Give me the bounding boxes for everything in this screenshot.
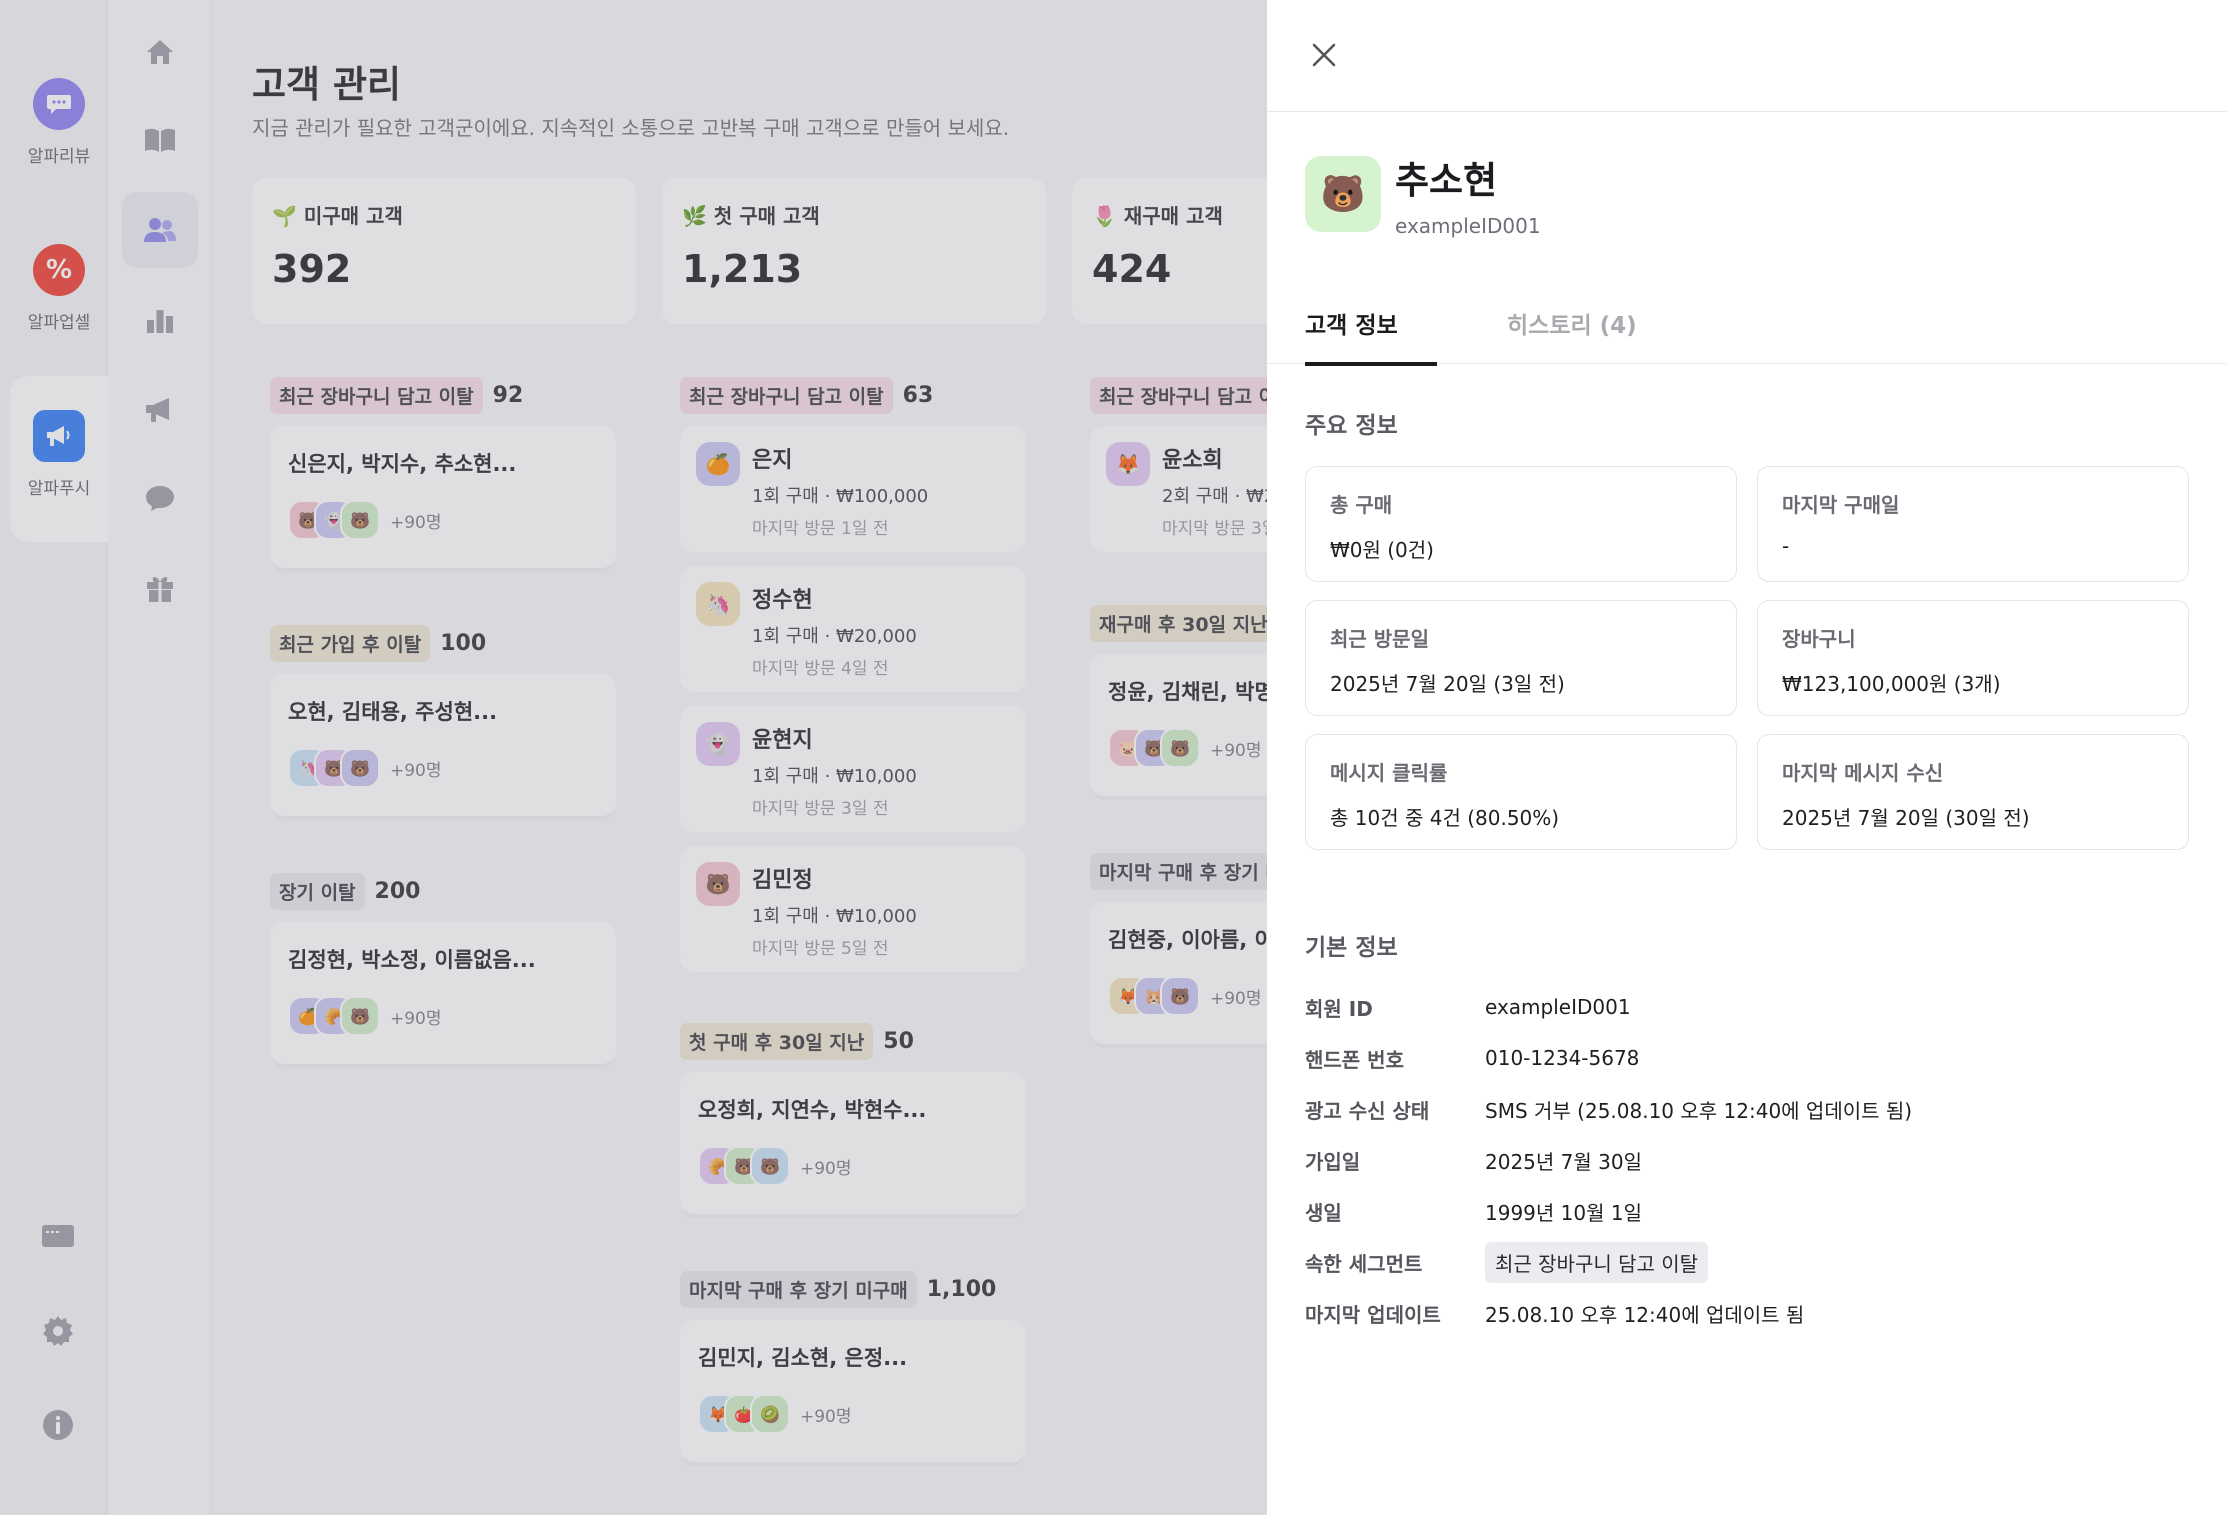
detail-row: 생일 1999년 10월 1일 (1305, 1194, 1642, 1228)
detail-label: 마지막 업데이트 (1305, 1302, 1441, 1327)
tab-customer-info[interactable]: 고객 정보 (1305, 306, 1437, 366)
detail-label: 속한 세그먼트 (1305, 1251, 1423, 1276)
detail-value: 1999년 10월 1일 (1485, 1200, 1642, 1225)
detail-label: 가입일 (1305, 1149, 1361, 1174)
avatar: 🐻 (1305, 156, 1381, 232)
drawer-tabs: 고객 정보 히스토리 (4) (1267, 296, 2227, 366)
customer-profile: 🐻 추소현 exampleID001 (1305, 150, 1541, 238)
close-button[interactable] (1305, 36, 1343, 74)
customer-detail-drawer: 🐻 추소현 exampleID001 고객 정보 히스토리 (4) 주요 정보 … (1267, 0, 2227, 1515)
info-value: 2025년 7월 20일 (3일 전) (1330, 672, 1565, 696)
info-label: 총 구매 (1330, 493, 1393, 517)
customer-name: 추소현 (1395, 159, 1498, 202)
segment-chip[interactable]: 최근 장바구니 담고 이탈 (1485, 1241, 1709, 1283)
close-icon (1312, 43, 1336, 67)
detail-row: 광고 수신 상태 SMS 거부 (25.08.10 오후 12:40에 업데이트… (1305, 1092, 1912, 1126)
customer-id: exampleID001 (1395, 214, 1541, 238)
modal-backdrop[interactable] (0, 0, 1267, 1515)
info-label: 메시지 클릭률 (1330, 761, 1448, 785)
info-card: 총 구매 ₩0원 (0건) (1305, 466, 1737, 582)
detail-value: SMS 거부 (25.08.10 오후 12:40에 업데이트 됨) (1485, 1098, 1913, 1123)
info-card: 장바구니 ₩123,100,000원 (3개) (1757, 600, 2189, 716)
info-label: 마지막 메시지 수신 (1782, 761, 1944, 785)
section-title: 기본 정보 (1305, 935, 1398, 961)
info-value: ₩123,100,000원 (3개) (1782, 672, 2001, 696)
detail-row: 속한 세그먼트 최근 장바구니 담고 이탈 (1305, 1241, 1709, 1283)
detail-value: 010-1234-5678 (1485, 1046, 1640, 1070)
detail-label: 회원 ID (1305, 996, 1373, 1021)
tab-history[interactable]: 히스토리 (4) (1507, 306, 1637, 362)
detail-value: exampleID001 (1485, 995, 1631, 1019)
info-label: 장바구니 (1782, 627, 1856, 651)
detail-row: 마지막 업데이트 25.08.10 오후 12:40에 업데이트 됨 (1305, 1296, 1804, 1330)
info-card: 마지막 구매일 - (1757, 466, 2189, 582)
drawer-header (1267, 0, 2227, 112)
info-card: 메시지 클릭률 총 10건 중 4건 (80.50%) (1305, 734, 1737, 850)
detail-label: 광고 수신 상태 (1305, 1098, 1430, 1123)
info-value: - (1782, 534, 1790, 558)
section-title: 주요 정보 (1305, 413, 1398, 439)
info-value: ₩0원 (0건) (1330, 538, 1434, 562)
detail-row: 가입일 2025년 7월 30일 (1305, 1143, 1642, 1177)
info-label: 마지막 구매일 (1782, 493, 1900, 517)
info-value: 2025년 7월 20일 (30일 전) (1782, 806, 2030, 830)
detail-label: 생일 (1305, 1200, 1342, 1225)
detail-value: 25.08.10 오후 12:40에 업데이트 됨 (1485, 1302, 1805, 1327)
info-card: 최근 방문일 2025년 7월 20일 (3일 전) (1305, 600, 1737, 716)
detail-row: 회원 ID exampleID001 (1305, 990, 1631, 1024)
detail-row: 핸드폰 번호 010-1234-5678 (1305, 1041, 1639, 1075)
info-value: 총 10건 중 4건 (80.50%) (1330, 806, 1560, 830)
detail-value: 2025년 7월 30일 (1485, 1149, 1642, 1174)
detail-label: 핸드폰 번호 (1305, 1047, 1404, 1072)
info-card: 마지막 메시지 수신 2025년 7월 20일 (30일 전) (1757, 734, 2189, 850)
info-label: 최근 방문일 (1330, 627, 1429, 651)
